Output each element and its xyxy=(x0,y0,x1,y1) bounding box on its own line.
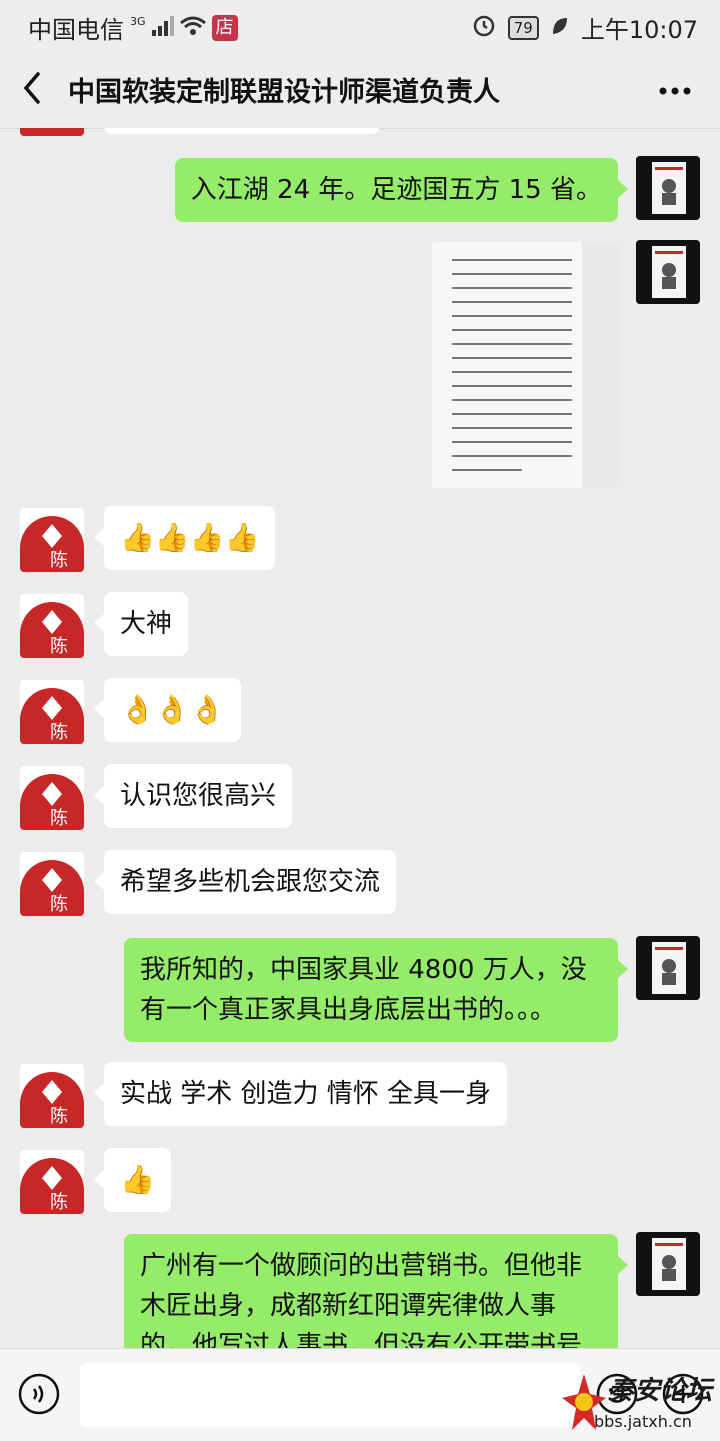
message-input[interactable] xyxy=(80,1363,580,1427)
avatar[interactable]: 陈 xyxy=(20,594,84,658)
message-bubble-received[interactable]: 希望多些机会跟您交流 xyxy=(93,850,397,914)
store-badge: 店 xyxy=(211,14,238,41)
avatar[interactable] xyxy=(636,156,700,220)
chat-title: 中国软装定制联盟设计师渠道负责人 xyxy=(68,77,500,108)
avatar[interactable]: 陈 xyxy=(20,680,84,744)
svg-text:陈: 陈 xyxy=(50,808,68,829)
chat-header: 中国软装定制联盟设计师渠道负责人 xyxy=(0,50,720,129)
svg-text:陈: 陈 xyxy=(50,722,68,743)
svg-text:陈: 陈 xyxy=(50,550,68,571)
message-bubble-partial[interactable] xyxy=(104,128,380,134)
voice-input-button[interactable] xyxy=(18,1373,60,1415)
svg-text:陈: 陈 xyxy=(50,1192,68,1213)
wifi-icon xyxy=(179,14,206,42)
avatar[interactable]: 陈 xyxy=(20,1064,84,1128)
chevron-left-icon xyxy=(23,72,40,104)
svg-text:陈: 陈 xyxy=(50,894,68,915)
watermark-title: 秦安论坛 xyxy=(608,1376,713,1406)
avatar[interactable]: 陈 xyxy=(20,766,84,830)
svg-text:陈: 陈 xyxy=(50,636,68,657)
message-bubble-received[interactable]: 👍 xyxy=(94,1148,171,1212)
network-type: 3G xyxy=(130,15,146,28)
carrier-label: 中国电信 xyxy=(28,16,124,44)
avatar[interactable]: 陈 xyxy=(20,852,84,916)
leaf-icon xyxy=(551,14,569,42)
more-icon xyxy=(659,87,691,95)
avatar[interactable]: 陈 xyxy=(20,508,84,572)
avatar[interactable] xyxy=(636,936,700,1000)
clock-time: 上午10:07 xyxy=(580,16,698,44)
battery-indicator: 79 xyxy=(507,15,539,40)
message-bubble-sent[interactable]: 广州有一个做顾问的出营销书。但他非木匠出身，成都新红阳谭宪律做人事的，他写过人事… xyxy=(124,1234,628,1348)
message-bubble-received[interactable]: 👍👍👍👍 xyxy=(93,506,276,570)
avatar[interactable]: 陈 xyxy=(20,1150,84,1214)
message-bubble-received[interactable]: 大神 xyxy=(93,592,189,656)
voice-icon xyxy=(18,1373,60,1415)
message-bubble-sent[interactable]: 入江湖 24 年。足迹国五方 15 省。 xyxy=(174,158,629,222)
message-bubble-received[interactable]: 实战 学术 创造力 情怀 全具一身 xyxy=(93,1062,508,1126)
avatar[interactable] xyxy=(636,240,700,304)
more-options-button[interactable] xyxy=(658,72,692,98)
avatar[interactable] xyxy=(636,1232,700,1296)
svg-text:陈: 陈 xyxy=(50,1106,68,1127)
signal-icon xyxy=(151,14,174,42)
forum-watermark: 秦安论坛 bbs.jatxh.cn xyxy=(560,1372,720,1436)
message-bubble-sent[interactable]: 我所知的，中国家具业 4800 万人，没有一个真正家具出身底层出书的。。。 xyxy=(124,938,628,1042)
message-bubble-received[interactable]: 👌👌👌 xyxy=(94,678,241,742)
avatar[interactable] xyxy=(20,128,84,136)
watermark-url: bbs.jatxh.cn xyxy=(594,1412,692,1431)
message-bubble-received[interactable]: 认识您很高兴 xyxy=(93,764,293,828)
message-image[interactable] xyxy=(432,242,618,488)
back-button[interactable] xyxy=(18,70,48,106)
status-bar: 中国电信 3G 店 79 上午10:07 xyxy=(0,0,720,50)
alarm-icon xyxy=(472,13,496,43)
message-list[interactable]: 入江湖 24 年。足迹国五方 15 省。 陈 👍👍👍👍 陈 大神 陈 👌👌👌 陈… xyxy=(0,128,720,1348)
